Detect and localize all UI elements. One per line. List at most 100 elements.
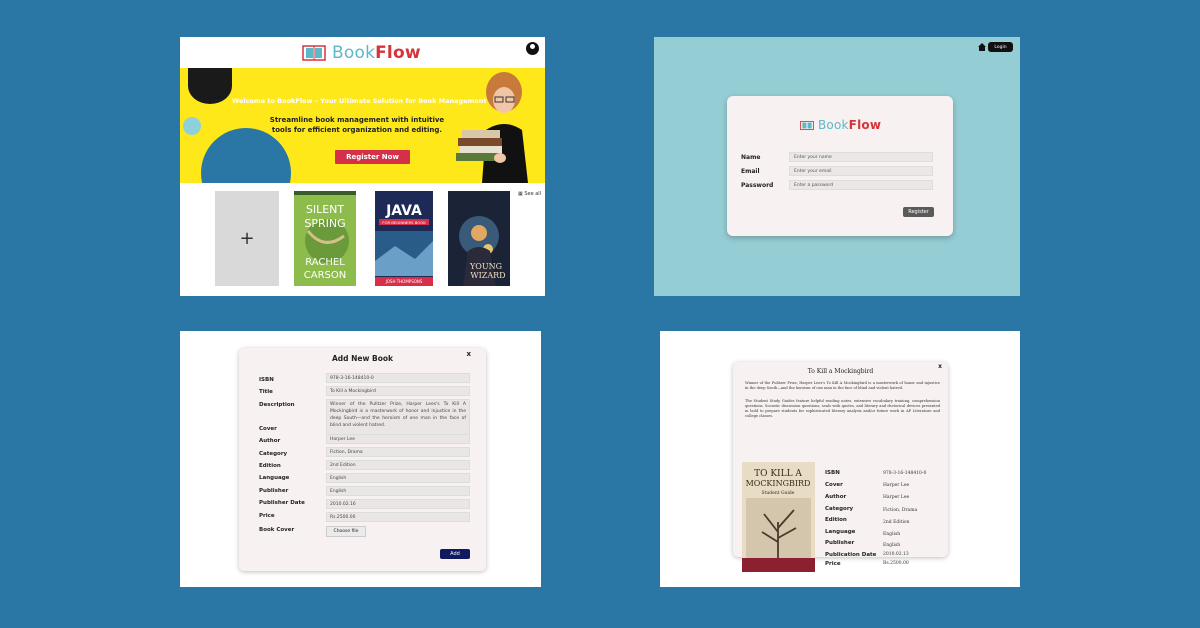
add-book-screen: Add New Book x ISBN 978-3-16-148410-0 Ti… bbox=[180, 331, 541, 587]
price-field[interactable]: Rs.2500.00 bbox=[326, 512, 470, 522]
tagline-text: Streamline book management with intuitiv… bbox=[269, 116, 445, 134]
email-label: Email bbox=[741, 168, 760, 175]
login-button[interactable]: Login bbox=[988, 42, 1013, 52]
cover-line3: Student Guide bbox=[762, 490, 795, 496]
language-value: English bbox=[883, 532, 901, 537]
add-button[interactable]: Add bbox=[440, 549, 470, 559]
book-cover-silent-spring[interactable]: SILENT SPRING RACHEL CARSON bbox=[294, 191, 356, 286]
book-shelf: + SILENT SPRING RACHEL CARSON JAVA FOR B… bbox=[180, 183, 545, 296]
publisher-value: English bbox=[883, 543, 901, 548]
brand-name: BookFlow bbox=[332, 43, 421, 63]
brand-part1: Book bbox=[818, 118, 849, 132]
see-all-label: See all bbox=[524, 191, 542, 197]
cover-line2: MOCKINGBIRD bbox=[746, 479, 811, 488]
spring-text: SPRING bbox=[304, 217, 345, 230]
publication-date-value: 2010.02.13 bbox=[883, 552, 909, 557]
price-label: Price bbox=[259, 513, 275, 519]
price-label: Price bbox=[825, 561, 841, 567]
description-label: Description bbox=[259, 402, 295, 408]
young-text: YOUNG bbox=[469, 262, 502, 271]
java-author: JOSH THOMPSONS bbox=[385, 279, 423, 284]
book-title: To Kill a Mockingbird bbox=[807, 368, 874, 375]
decor-circle-lightblue bbox=[183, 117, 201, 135]
author-label: Author bbox=[259, 438, 281, 444]
description-paragraph-2: The Student Study Guides feature helpful… bbox=[745, 399, 940, 418]
book-cover-mockingbird: TO KILL A MOCKINGBIRD Student Guide bbox=[742, 462, 815, 572]
woman-with-books-illustration bbox=[456, 72, 528, 183]
book-logo-icon bbox=[800, 120, 814, 130]
decor-circle-blue bbox=[201, 128, 291, 183]
category-label: Category bbox=[825, 506, 854, 512]
name-input[interactable]: Enter your name bbox=[789, 152, 933, 162]
isbn-label: ISBN bbox=[825, 470, 840, 476]
category-label: Category bbox=[259, 451, 288, 457]
isbn-field[interactable]: 978-3-16-148410-0 bbox=[326, 373, 470, 383]
add-book-modal: Add New Book x ISBN 978-3-16-148410-0 Ti… bbox=[239, 348, 486, 571]
close-icon[interactable]: x bbox=[466, 350, 471, 358]
publication-date-label: Publication Date bbox=[825, 552, 877, 558]
category-value: Fiction, Drama bbox=[883, 508, 918, 513]
brand-part2: Flow bbox=[375, 43, 421, 63]
cover-value: Harper Lee bbox=[883, 483, 910, 488]
email-input[interactable]: Enter your email bbox=[789, 166, 933, 176]
book-cover-label: Book Cover bbox=[259, 527, 295, 533]
user-circle-icon[interactable] bbox=[526, 42, 539, 55]
choose-file-button[interactable]: Choose file bbox=[326, 526, 366, 537]
home-icon[interactable] bbox=[978, 43, 986, 51]
publisher-date-label: Publisher Date bbox=[259, 500, 305, 506]
register-card: BookFlow Name Enter your name Email Ente… bbox=[727, 96, 953, 236]
category-field[interactable]: Fiction, Drama bbox=[326, 447, 470, 457]
modal-title: Add New Book bbox=[331, 354, 394, 363]
cover-line1: TO KILL A bbox=[754, 469, 802, 479]
book-details-modal: To Kill a Mockingbird x Winner of the Pu… bbox=[733, 362, 948, 572]
name-label: Name bbox=[741, 154, 761, 161]
author-value: Harper Lee bbox=[883, 495, 910, 500]
book-details-screen: To Kill a Mockingbird x Winner of the Pu… bbox=[660, 331, 1020, 587]
bookflow-logo[interactable]: BookFlow bbox=[302, 43, 421, 63]
password-label: Password bbox=[741, 182, 774, 189]
register-now-button[interactable]: Register Now bbox=[335, 150, 410, 164]
register-logo: BookFlow bbox=[800, 118, 881, 132]
book-cover-young-wizard[interactable]: YOUNG WIZARD bbox=[448, 191, 510, 286]
author-label: Author bbox=[825, 494, 847, 500]
edition-field[interactable]: 2nd Edition bbox=[326, 460, 470, 470]
publisher-label: Publisher bbox=[259, 488, 289, 494]
book-logo-icon bbox=[302, 45, 326, 61]
rachel-text: RACHEL bbox=[305, 257, 345, 268]
language-field[interactable]: English bbox=[326, 473, 470, 483]
welcome-text: Welcome to BookFlow – Your Ultimate Solu… bbox=[232, 97, 487, 105]
silent-text: SILENT bbox=[306, 203, 345, 216]
publisher-field[interactable]: English bbox=[326, 486, 470, 496]
password-input[interactable]: Enter a password bbox=[789, 180, 933, 190]
brand-part2: Flow bbox=[848, 118, 882, 132]
decor-circle-black bbox=[188, 68, 232, 104]
publisher-label: Publisher bbox=[825, 540, 855, 546]
language-label: Language bbox=[825, 529, 856, 535]
publisher-date-field[interactable]: 2010.02.16 bbox=[326, 499, 470, 509]
java-text: JAVA bbox=[385, 203, 422, 219]
isbn-value: 978-3-16-148410-0 bbox=[883, 471, 927, 476]
carson-text: CARSON bbox=[304, 270, 346, 281]
see-all-link[interactable]: ▦ See all bbox=[518, 191, 541, 197]
edition-label: Edition bbox=[825, 517, 847, 523]
register-screen: Login BookFlow Name Enter your name Emai… bbox=[654, 37, 1020, 296]
cover-label: Cover bbox=[259, 426, 277, 432]
top-nav: BookFlow bbox=[180, 37, 545, 68]
author-field[interactable]: Harper Lee bbox=[326, 434, 470, 444]
isbn-label: ISBN bbox=[259, 377, 274, 383]
description-paragraph-1: Winner of the Pulitzer Prize, Harper Lee… bbox=[745, 381, 940, 390]
edition-value: 2nd Edition bbox=[883, 520, 910, 525]
register-submit-button[interactable]: Register bbox=[903, 207, 934, 217]
add-book-card[interactable]: + bbox=[215, 191, 279, 286]
description-field[interactable]: Winner of the Pulitzer Prize, Harper Lee… bbox=[326, 399, 470, 439]
book-cover-java[interactable]: JAVA FOR BEGINNERS BOOK JOSH THOMPSONS bbox=[375, 191, 433, 286]
wizard-text: WIZARD bbox=[470, 271, 505, 280]
register-brand-name: BookFlow bbox=[818, 118, 881, 132]
title-label: Title bbox=[259, 389, 273, 395]
java-subtitle: FOR BEGINNERS BOOK bbox=[382, 220, 426, 225]
title-field[interactable]: To Kill a Mockingbird bbox=[326, 386, 470, 396]
plus-icon: + bbox=[239, 228, 255, 249]
close-icon[interactable]: x bbox=[938, 363, 942, 370]
cover-label: Cover bbox=[825, 482, 843, 488]
price-value: Rs.2500.00 bbox=[883, 561, 909, 566]
